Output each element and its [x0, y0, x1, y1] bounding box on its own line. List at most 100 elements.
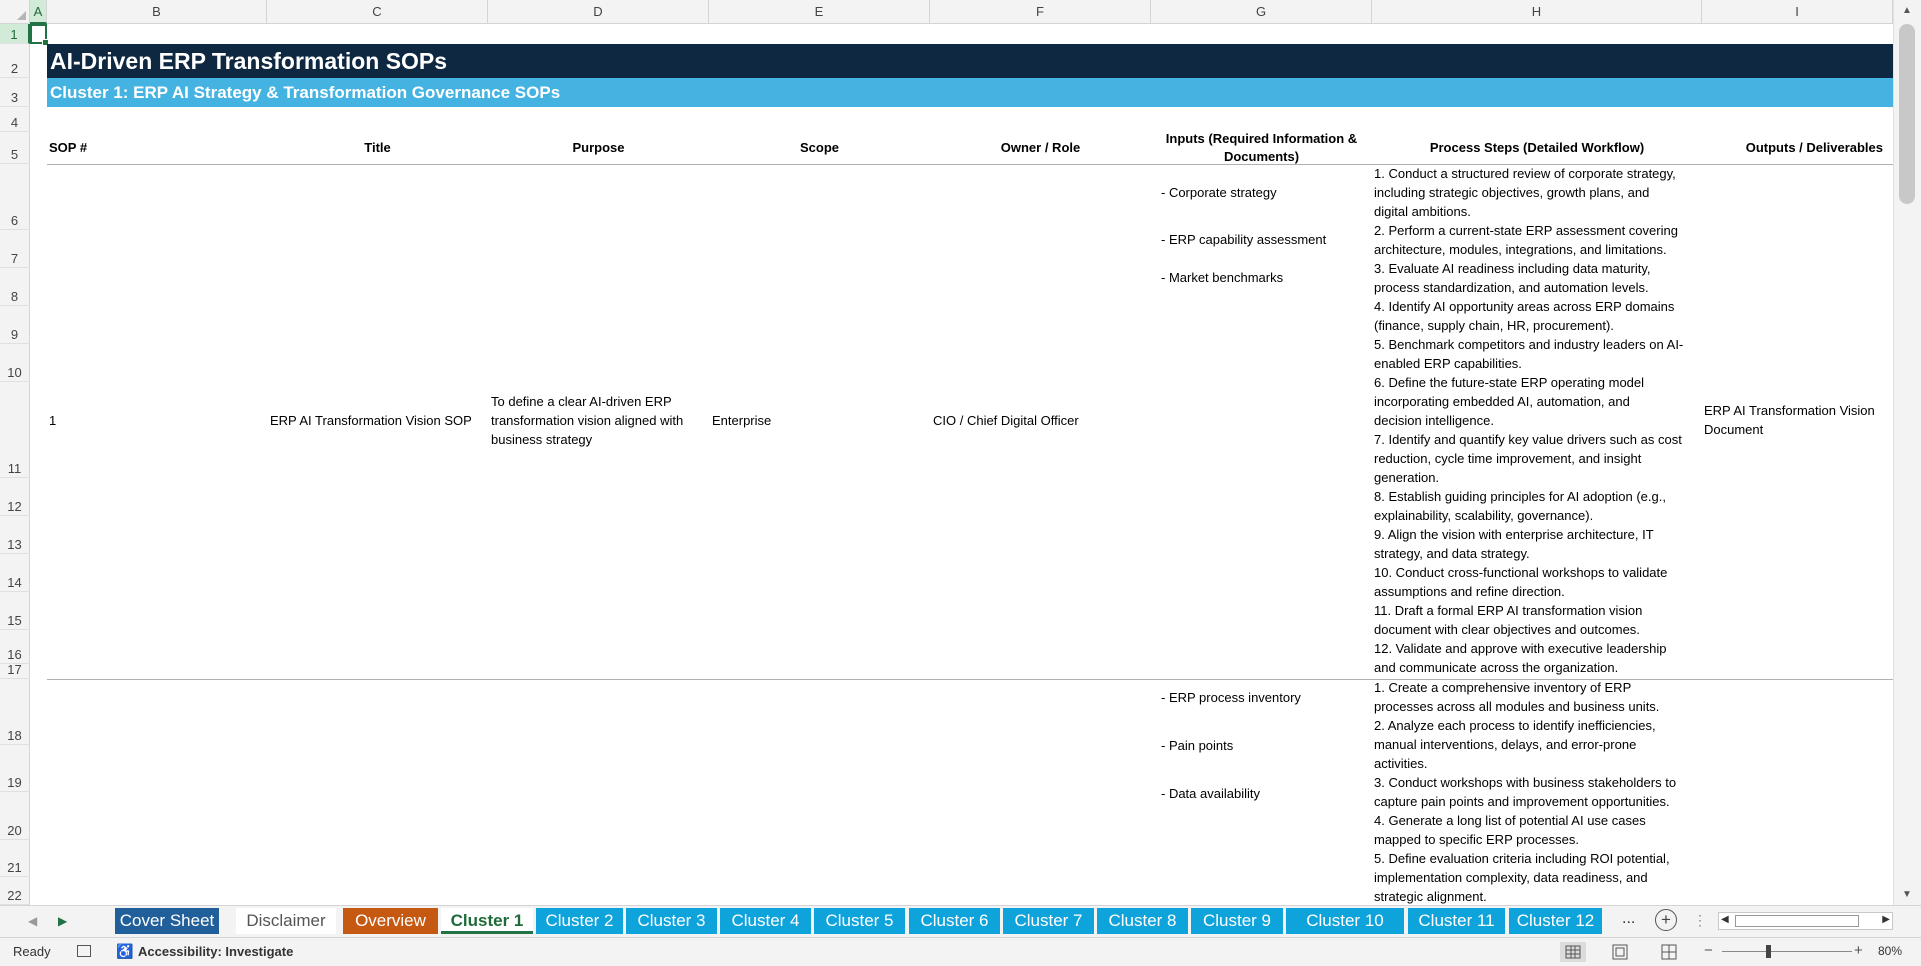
- sop1-scope[interactable]: Enterprise: [712, 411, 771, 430]
- sheet-tab-cover-sheet[interactable]: Cover Sheet: [115, 908, 219, 934]
- horizontal-scrollbar[interactable]: ◀ ▶: [1718, 912, 1893, 930]
- accessibility-status[interactable]: Accessibility: Investigate: [138, 944, 293, 959]
- column-header-e[interactable]: E: [709, 0, 930, 24]
- row-header-1[interactable]: 1: [0, 24, 30, 44]
- page-layout-view-icon[interactable]: [1610, 942, 1630, 965]
- sop1-output-line[interactable]: Document: [1704, 420, 1763, 439]
- column-header-d[interactable]: D: [488, 0, 709, 24]
- row-header-14[interactable]: 14: [0, 554, 30, 592]
- column-header-b[interactable]: B: [47, 0, 267, 24]
- row-header-7[interactable]: 7: [0, 230, 30, 268]
- scroll-right-icon[interactable]: ▶: [1882, 914, 1890, 925]
- sop1-input-item[interactable]: - Market benchmarks: [1161, 268, 1283, 287]
- sheet-tab-cluster-7[interactable]: Cluster 7: [1003, 908, 1094, 934]
- column-header-h[interactable]: H: [1372, 0, 1702, 24]
- sop1-output-line[interactable]: ERP AI Transformation Vision: [1704, 401, 1875, 420]
- sheet-tab-cluster-3[interactable]: Cluster 3: [626, 908, 717, 934]
- sop1-input-item[interactable]: - ERP capability assessment: [1161, 230, 1326, 249]
- sop1-purpose[interactable]: To define a clear AI-driven ERP transfor…: [491, 392, 706, 449]
- add-sheet-icon[interactable]: +: [1655, 909, 1677, 931]
- sheet-tab-cluster-4[interactable]: Cluster 4: [720, 908, 811, 934]
- zoom-slider-track[interactable]: [1722, 951, 1852, 952]
- column-header-g[interactable]: G: [1151, 0, 1372, 24]
- row-header-6[interactable]: 6: [0, 164, 30, 230]
- row-header-8[interactable]: 8: [0, 268, 30, 306]
- horizontal-scroll-thumb[interactable]: [1735, 915, 1859, 927]
- tab-scroll-left-icon[interactable]: ◀: [28, 914, 37, 928]
- cluster-title: Cluster 1: ERP AI Strategy & Transformat…: [47, 78, 1893, 107]
- row-header-11[interactable]: 11: [0, 382, 30, 478]
- sop2-input-item[interactable]: - ERP process inventory: [1161, 688, 1301, 707]
- row-header-18[interactable]: 18: [0, 679, 30, 745]
- process-step-line: incorporating embedded AI, automation, a…: [1374, 394, 1630, 409]
- header-process-steps: Process Steps (Detailed Workflow): [1429, 140, 1645, 155]
- status-bar: Ready ♿ Accessibility: Investigate − + 8…: [0, 937, 1921, 966]
- sop2-input-item[interactable]: - Pain points: [1161, 736, 1233, 755]
- macro-record-icon[interactable]: [77, 945, 91, 957]
- zoom-in-button[interactable]: +: [1854, 942, 1863, 959]
- row-header-20[interactable]: 20: [0, 792, 30, 840]
- row-header-16[interactable]: 16: [0, 630, 30, 664]
- zoom-slider-handle[interactable]: [1766, 945, 1771, 958]
- sop2-process-steps[interactable]: 1. Create a comprehensive inventory of E…: [1374, 678, 1676, 905]
- column-header-i[interactable]: I: [1702, 0, 1893, 24]
- sheet-tab-disclaimer[interactable]: Disclaimer: [236, 908, 336, 934]
- sheet-tab-cluster-9[interactable]: Cluster 9: [1191, 908, 1283, 934]
- vertical-scroll-thumb[interactable]: [1899, 24, 1915, 204]
- sheet-tab-cluster-1[interactable]: Cluster 1: [441, 908, 533, 934]
- scroll-down-icon[interactable]: ▼: [1900, 888, 1914, 902]
- row-header-22[interactable]: 22: [0, 877, 30, 905]
- zoom-level[interactable]: 80%: [1878, 944, 1902, 958]
- sheet-tab-cluster-2[interactable]: Cluster 2: [536, 908, 623, 934]
- row-header-13[interactable]: 13: [0, 516, 30, 554]
- tab-scroll-right-icon[interactable]: ▶: [58, 914, 67, 928]
- row-header-9[interactable]: 9: [0, 306, 30, 344]
- sheet-tab-cluster-12[interactable]: Cluster 12: [1509, 908, 1602, 934]
- row-header-21[interactable]: 21: [0, 840, 30, 877]
- row-header-12[interactable]: 12: [0, 478, 30, 516]
- page-break-preview-icon[interactable]: [1659, 942, 1679, 965]
- sheet-tab-cluster-10[interactable]: Cluster 10: [1286, 908, 1404, 934]
- sop2-input-item[interactable]: - Data availability: [1161, 784, 1260, 803]
- row-header-17[interactable]: 17: [0, 662, 30, 679]
- select-all-corner[interactable]: [0, 0, 30, 24]
- row-header-15[interactable]: 15: [0, 592, 30, 630]
- header-outputs: Outputs / Deliverables: [1745, 140, 1883, 155]
- sop1-input-item[interactable]: - Corporate strategy: [1161, 183, 1277, 202]
- sheet-tab-overview[interactable]: Overview: [343, 908, 438, 934]
- sheet-tab-cluster-11[interactable]: Cluster 11: [1408, 908, 1505, 934]
- sop1-process-steps[interactable]: 1. Conduct a structured review of corpor…: [1374, 164, 1683, 677]
- vertical-scrollbar[interactable]: ▲ ▼: [1893, 0, 1921, 905]
- zoom-out-button[interactable]: −: [1704, 942, 1713, 959]
- accessibility-icon[interactable]: ♿: [116, 943, 133, 960]
- scroll-up-icon[interactable]: ▲: [1900, 4, 1914, 18]
- row-header-10[interactable]: 10: [0, 344, 30, 382]
- sop1-number[interactable]: 1: [49, 411, 56, 430]
- tab-splitter-handle-icon[interactable]: ⋮: [1693, 912, 1707, 929]
- sop1-title[interactable]: ERP AI Transformation Vision SOP: [270, 411, 472, 430]
- process-step-line: explainability, scalability, governance)…: [1374, 508, 1594, 523]
- sop1-owner[interactable]: CIO / Chief Digital Officer: [933, 411, 1079, 430]
- row-header-4[interactable]: 4: [0, 107, 30, 132]
- sheet-tab-cluster-5[interactable]: Cluster 5: [814, 908, 905, 934]
- process-step-line: 2. Analyze each process to identify inef…: [1374, 718, 1656, 733]
- worksheet-grid[interactable]: ABCDEFGHI 1 2 3 4 5 6 7 8 9 10 11 12 13 14 15 16 17 18 19 2…: [0, 0, 1921, 905]
- row-header-19[interactable]: 19: [0, 745, 30, 792]
- sheet-tab-cluster-8[interactable]: Cluster 8: [1097, 908, 1188, 934]
- column-header-a[interactable]: A: [30, 0, 47, 24]
- process-step-line: 10. Conduct cross-functional workshops t…: [1374, 565, 1668, 580]
- header-title: Title: [364, 140, 391, 155]
- row-header-5[interactable]: 5: [0, 132, 30, 164]
- more-tabs-button[interactable]: ...: [1622, 910, 1635, 928]
- row-header-3[interactable]: 3: [0, 78, 30, 107]
- row-header-2[interactable]: 2: [0, 44, 30, 78]
- column-header-c[interactable]: C: [267, 0, 488, 24]
- column-header-f[interactable]: F: [930, 0, 1151, 24]
- process-step-line: assumptions and refine direction.: [1374, 584, 1565, 599]
- normal-view-icon[interactable]: [1560, 942, 1586, 962]
- scroll-left-icon[interactable]: ◀: [1721, 914, 1729, 925]
- sheet-tab-bar: ◀ ▶ Cover Sheet Disclaimer Overview Cluster…: [0, 905, 1921, 937]
- active-cell-A1[interactable]: [30, 24, 49, 46]
- process-step-line: implementation complexity, data readines…: [1374, 870, 1648, 885]
- sheet-tab-cluster-6[interactable]: Cluster 6: [909, 908, 1000, 934]
